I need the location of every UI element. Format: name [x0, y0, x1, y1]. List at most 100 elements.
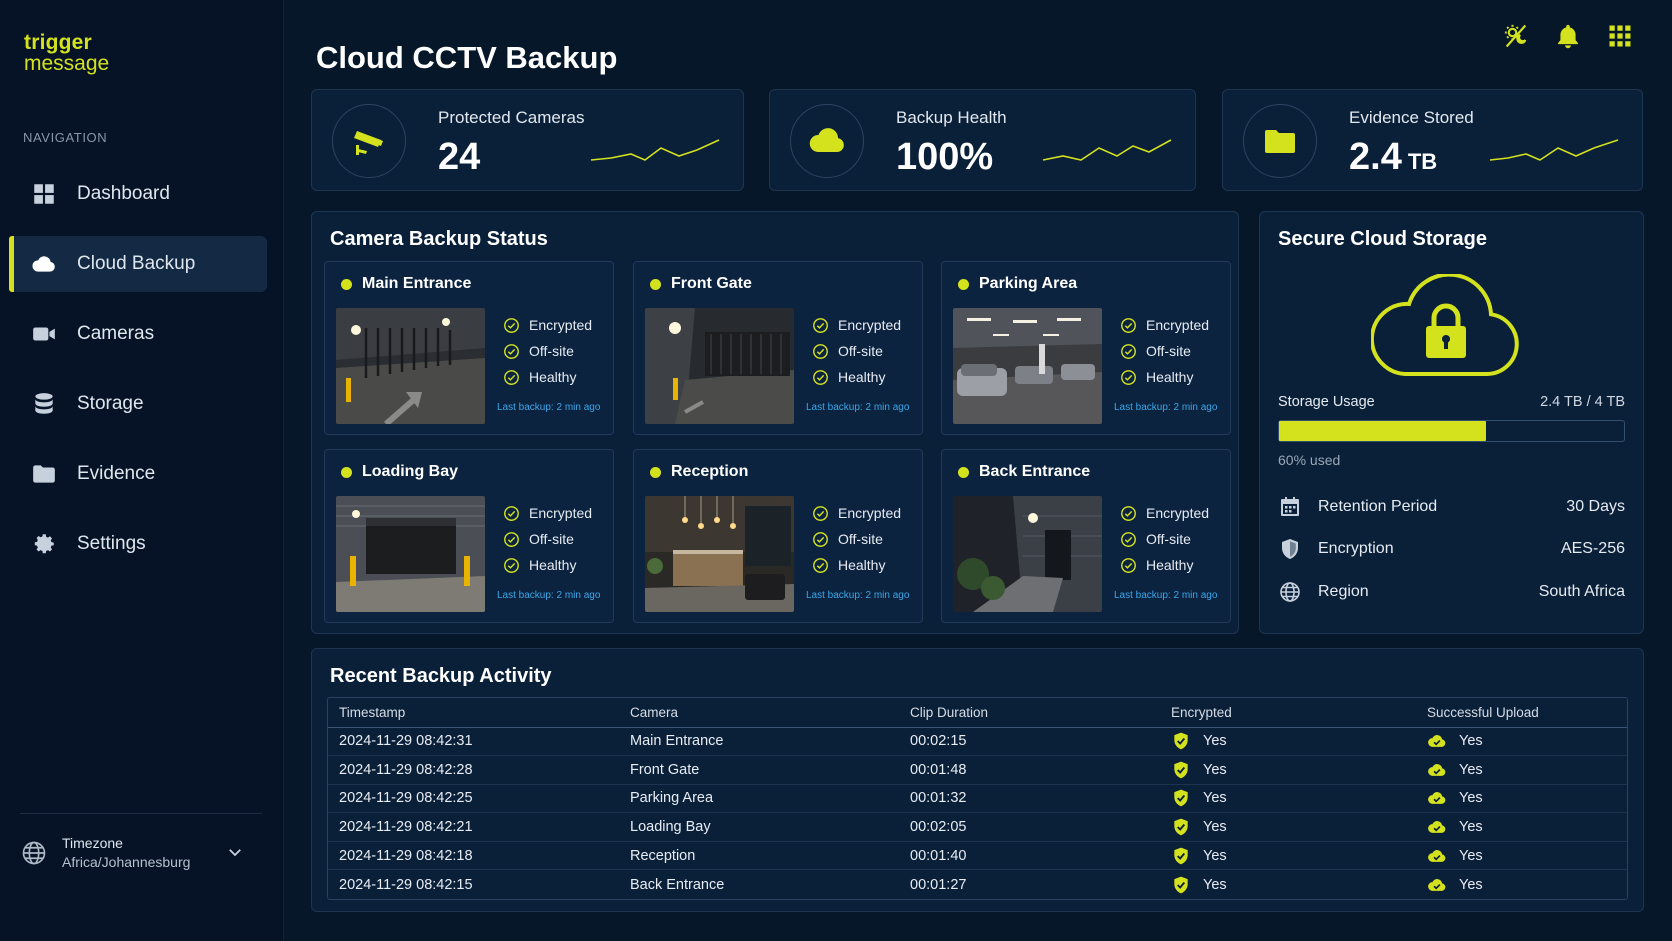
grid-icon: [34, 184, 54, 204]
column-header-camera[interactable]: Camera: [619, 698, 899, 728]
status-dot: [341, 467, 352, 478]
cloud-icon: [809, 128, 844, 152]
check-off-site: Off-site: [812, 526, 901, 552]
cell-upload: Yes: [1416, 727, 1627, 757]
cell-timestamp: 2024-11-29 08:42:25: [328, 784, 619, 814]
check-healthy: Healthy: [503, 552, 592, 578]
check-healthy: Healthy: [812, 364, 901, 390]
camera-tile-main-entrance[interactable]: Main Entrance Encrypted Off-site Healthy…: [324, 261, 614, 435]
camera-thumbnail[interactable]: [645, 308, 794, 424]
shield-check-icon: [1174, 847, 1188, 865]
calendar-icon: [1281, 497, 1299, 516]
column-header-encrypted[interactable]: Encrypted: [1160, 698, 1416, 728]
logo-line-2: message: [24, 52, 110, 75]
status-dot: [341, 279, 352, 290]
table-row[interactable]: 2024-11-29 08:42:28 Front Gate 00:01:48 …: [328, 755, 1627, 785]
folder-icon: [1265, 130, 1295, 153]
sidebar-item-label: Dashboard: [77, 183, 170, 204]
camera-tile-loading-bay[interactable]: Loading Bay Encrypted Off-site Healthy L…: [324, 449, 614, 623]
shield-check-icon: [1174, 732, 1188, 750]
table-row[interactable]: 2024-11-29 08:42:31 Main Entrance 00:02:…: [328, 727, 1627, 757]
cell-upload: Yes: [1416, 812, 1627, 842]
retention-period-row: Retention Period 30 Days: [1278, 495, 1625, 519]
column-header-timestamp[interactable]: Timestamp: [328, 698, 619, 728]
secure-cloud-storage-panel: Secure Cloud Storage Storage Usage 2.4 T…: [1259, 211, 1644, 634]
camera-tile-reception[interactable]: Reception Encrypted Off-site Healthy Las…: [633, 449, 923, 623]
region-row: Region South Africa: [1278, 580, 1625, 604]
check-healthy: Healthy: [1120, 364, 1209, 390]
check-healthy: Healthy: [812, 552, 901, 578]
sidebar-item-settings[interactable]: Settings: [9, 516, 267, 572]
timezone-selector[interactable]: Timezone Africa/Johannesburg: [20, 835, 190, 870]
check-circle-icon: [813, 531, 828, 547]
cloud-check-icon: [1428, 849, 1446, 862]
cloud-check-icon: [1428, 735, 1446, 748]
apps-grid-icon[interactable]: [1606, 22, 1634, 50]
camera-thumbnail[interactable]: [953, 496, 1102, 612]
shield-check-icon: [1174, 761, 1188, 779]
globe-icon: [22, 841, 46, 864]
table-row[interactable]: 2024-11-29 08:42:15 Back Entrance 00:01:…: [328, 870, 1627, 899]
chevron-down-icon[interactable]: [226, 843, 244, 861]
column-header-clip-duration[interactable]: Clip Duration: [899, 698, 1160, 728]
cloud-check-icon: [1428, 878, 1446, 891]
stat-card-evidence-stored[interactable]: Evidence Stored 2.4 TB: [1222, 89, 1643, 191]
brand-logo[interactable]: trigger message: [24, 32, 109, 74]
cell-duration: 00:01:48: [899, 755, 1160, 785]
check-healthy: Healthy: [1120, 552, 1209, 578]
sidebar-item-evidence[interactable]: Evidence: [9, 446, 267, 502]
cell-encrypted: Yes: [1160, 870, 1416, 899]
recent-backup-activity-panel: Recent Backup Activity Timestamp Camera …: [311, 648, 1644, 912]
sidebar-item-cameras[interactable]: Cameras: [9, 306, 267, 362]
cell-duration: 00:01:32: [899, 784, 1160, 814]
table-row[interactable]: 2024-11-29 08:42:25 Parking Area 00:01:3…: [328, 784, 1627, 814]
shield-check-icon: [1174, 876, 1188, 893]
stat-value: 100%: [896, 136, 994, 178]
cloud-check-icon: [1428, 821, 1446, 833]
camera-name: Back Entrance: [979, 463, 1091, 480]
camera-thumbnail[interactable]: [336, 308, 485, 424]
column-header-successful-upload[interactable]: Successful Upload: [1416, 698, 1627, 728]
stat-icon-circle: [1243, 104, 1317, 178]
camera-tile-back-entrance[interactable]: Back Entrance Encrypted Off-site Healthy…: [941, 449, 1231, 623]
camera-thumbnail[interactable]: [953, 308, 1102, 424]
stat-card-backup-health[interactable]: Backup Health 100%: [769, 89, 1196, 191]
storage-usage-fill: [1279, 421, 1486, 441]
check-circle-icon: [504, 531, 519, 547]
stat-unit: TB: [1407, 149, 1438, 174]
sidebar-item-cloud-backup[interactable]: Cloud Backup: [9, 236, 267, 292]
camera-checks: Encrypted Off-site Healthy: [503, 500, 592, 578]
check-circle-icon: [813, 505, 828, 521]
bell-icon[interactable]: [1554, 22, 1582, 50]
stat-label: Evidence Stored: [1349, 108, 1474, 127]
gear-icon: [34, 534, 54, 554]
camera-checks: Encrypted Off-site Healthy: [1120, 312, 1209, 390]
camera-checks: Encrypted Off-site Healthy: [812, 500, 901, 578]
cell-duration: 00:02:15: [899, 727, 1160, 757]
camera-tile-parking-area[interactable]: Parking Area Encrypted Off-site Healthy …: [941, 261, 1231, 435]
sidebar-item-storage[interactable]: Storage: [9, 376, 267, 432]
camera-thumbnail[interactable]: [645, 496, 794, 612]
stat-card-protected-cameras[interactable]: Protected Cameras 24: [311, 89, 744, 191]
stat-label: Protected Cameras: [438, 108, 585, 127]
check-encrypted: Encrypted: [503, 312, 592, 338]
sidebar-item-label: Cloud Backup: [77, 253, 196, 274]
cell-timestamp: 2024-11-29 08:42:18: [328, 841, 619, 871]
sun-moon-icon[interactable]: [1502, 22, 1530, 50]
check-off-site: Off-site: [1120, 338, 1209, 364]
cell-camera: Reception: [619, 841, 899, 871]
sidebar-item-label: Evidence: [77, 463, 156, 484]
cloud-icon: [32, 256, 55, 272]
check-off-site: Off-site: [1120, 526, 1209, 552]
table-row[interactable]: 2024-11-29 08:42:21 Loading Bay 00:02:05…: [328, 812, 1627, 842]
cell-camera: Back Entrance: [630, 876, 725, 893]
camera-tile-front-gate[interactable]: Front Gate Encrypted Off-site Healthy La…: [633, 261, 923, 435]
section-title: Camera Backup Status: [330, 228, 548, 250]
cell-duration: 00:01:40: [899, 841, 1160, 871]
table-row[interactable]: 2024-11-29 08:42:18 Reception 00:01:40 Y…: [328, 841, 1627, 871]
cctv-camera-icon: [354, 131, 383, 155]
cell-camera: Parking Area: [619, 784, 899, 814]
sidebar-item-dashboard[interactable]: Dashboard: [9, 166, 267, 222]
camera-thumbnail[interactable]: [336, 496, 485, 612]
cell-camera: Loading Bay: [619, 812, 899, 842]
